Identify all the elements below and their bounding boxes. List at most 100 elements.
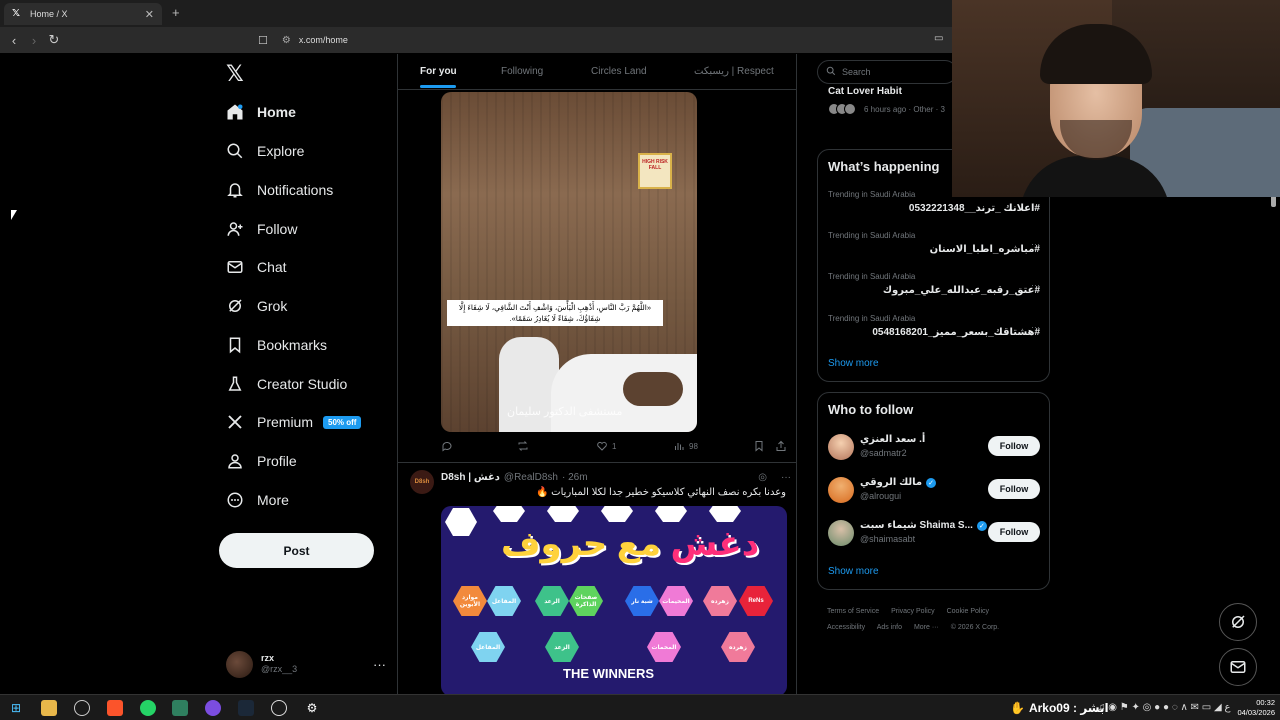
footer-link[interactable]: Terms of Service [827,608,879,615]
new-tab-button[interactable]: + [172,5,180,20]
search-input[interactable]: Search [817,60,957,84]
whatsapp-icon[interactable] [140,700,156,716]
news-item[interactable]: Cat Lover Habit 6 hours ago · Other · 3 [828,86,958,115]
timeline-tabs: For you Following Circles Land ريسبكت | … [398,54,796,90]
nav-notifications[interactable]: Notifications [226,175,333,205]
obs-icon[interactable] [74,700,90,716]
avatar[interactable]: D8sh [410,470,434,494]
x-logo-icon[interactable]: 𝕏 [226,61,244,87]
nav-chat[interactable]: Chat [226,252,287,282]
messages-floating-button[interactable] [1219,648,1257,686]
nav-creator-studio[interactable]: Creator Studio [226,369,347,399]
app-icon[interactable] [271,700,287,716]
suggested-user[interactable]: شيماء سبت Shaima S... ✓ @shaimasabt Follo… [828,518,1040,548]
footer-link[interactable]: Privacy Policy [891,608,935,615]
nav-label: Grok [257,298,288,314]
person-add-icon [226,220,244,238]
app-icon[interactable] [172,700,188,716]
like-button[interactable]: 1 [596,440,616,452]
clock[interactable]: 00:32 04/03/2026 [1231,698,1275,718]
file-explorer-icon[interactable] [41,700,57,716]
follow-button[interactable]: Follow [988,522,1040,542]
author-handle[interactable]: @RealD8sh [504,472,558,483]
tab-circles-land[interactable]: Circles Land [591,66,647,77]
reply-icon[interactable] [441,440,453,452]
footer-link[interactable]: Ads info [877,624,902,631]
system-tray-icons[interactable]: ♫ ◉ ⚑ ✦ ◎ ● ● ◌ ∧ ✉ ▭ ◢ ع [1098,702,1230,713]
nav-explore[interactable]: Explore [226,136,304,166]
tray-label: ✋ Arko09 : ابشر [1010,701,1109,715]
post-image[interactable]: دغش مع حروف موارد الأبوين المفاعل الرعد … [441,506,787,694]
image-watermark: مستشفى الدكتور سليمان [507,406,623,418]
trend-more-icon[interactable]: ··· [1031,239,1040,249]
show-more-link[interactable]: Show more [828,358,879,369]
bookmark-icon[interactable] [753,440,765,452]
more-circle-icon [226,491,244,509]
post-image[interactable]: HIGH RISK FALL «اللَّهُمَّ رَبَّ النَّاس… [441,92,697,432]
reload-icon[interactable]: ↻ [44,32,64,48]
reader-mode-icon[interactable]: ▭ [934,33,943,44]
nav-label: Explore [257,143,305,159]
bookmark-page-icon[interactable]: ☐ [258,34,268,47]
show-more-link[interactable]: Show more [828,566,879,577]
tab-respect[interactable]: ريسبكت | Respect [694,66,774,77]
follow-button[interactable]: Follow [988,436,1040,456]
tab-for-you[interactable]: For you [420,66,457,77]
url-text[interactable]: x.com/home [299,35,348,45]
account-more-icon[interactable]: ··· [373,657,386,672]
settings-icon[interactable]: ⚙ [304,700,320,716]
post-button[interactable]: Post [219,533,374,568]
author-name[interactable]: D8sh | دغش [441,472,500,483]
user-name: مالك الروقي ✓ [860,477,937,488]
suggested-user[interactable]: مالك الروقي ✓ @alrougui Follow [828,475,1040,505]
nav-bookmarks[interactable]: Bookmarks [226,330,327,360]
trend-tag: #هشتاقك_بسعر_مميز_0548168201 [872,327,1040,338]
nav-grok[interactable]: Grok [226,291,287,321]
avatar [828,434,854,460]
back-icon[interactable]: ‹ [4,33,24,48]
scrollbar[interactable] [1271,195,1276,692]
post[interactable]: D8sh D8sh | دغش @RealD8sh · 26m ◎ ··· وع… [398,464,796,694]
brave-browser-icon[interactable] [107,700,123,716]
site-info-icon[interactable]: ⚙ [282,35,291,46]
trend-item[interactable]: Trending in Saudi Arabia ··· #عتق_رقبه_ع… [828,272,1040,296]
views-button[interactable]: 98 [673,440,698,452]
repost-icon[interactable] [517,440,529,452]
steam-icon[interactable] [238,700,254,716]
trend-tag: #اعلانك _ترند__0532221348 [908,203,1040,214]
forward-icon[interactable]: › [24,33,44,48]
nav-more[interactable]: More [226,485,289,515]
browser-tab[interactable]: 𝕏 Home / X ✕ [4,3,162,25]
nav-premium[interactable]: Premium 50% off [226,407,362,437]
trend-item[interactable]: Trending in Saudi Arabia ··· #هشتاقك_بسع… [828,314,1040,338]
share-icon[interactable] [775,440,787,452]
footer-link[interactable]: More ··· [914,624,939,631]
footer-link[interactable]: Accessibility [827,624,865,631]
title-part: دغش [670,525,760,563]
windows-start-icon[interactable]: ⊞ [8,700,24,716]
tab-close-icon[interactable]: ✕ [145,8,154,21]
hex-tile: الزعد [545,632,579,662]
app-icon[interactable] [205,700,221,716]
trend-item[interactable]: Trending in Saudi Arabia ··· #مباشره_اطب… [828,231,1040,255]
grok-icon[interactable]: ◎ [758,472,767,483]
footer-link[interactable]: Cookie Policy [947,608,989,615]
suggested-user[interactable]: أ. سعد العنزي @sadmatr2 Follow [828,432,1040,462]
like-count: 1 [612,441,617,451]
address-bar[interactable]: ☐ ⚙ x.com/home [258,30,958,50]
tab-following[interactable]: Following [501,66,543,77]
x-favicon-icon: 𝕏 [12,8,21,19]
nav-profile[interactable]: Profile [226,446,297,476]
trend-more-icon[interactable]: ··· [1031,280,1040,290]
post-header: D8sh | دغش @RealD8sh · 26m ◎ ··· [441,472,791,483]
view-count: 98 [689,441,698,451]
trend-more-icon[interactable]: ··· [1031,322,1040,332]
follow-button[interactable]: Follow [988,479,1040,499]
nav-follow[interactable]: Follow [226,214,297,244]
grok-floating-button[interactable] [1219,603,1257,641]
account-switcher[interactable]: rzx @rzx__3 ··· [226,648,386,680]
post-more-icon[interactable]: ··· [781,472,791,483]
verified-badge-icon: ✓ [926,477,937,488]
nav-home[interactable]: Home [226,97,296,127]
user-handle: @alrougui [860,491,902,501]
